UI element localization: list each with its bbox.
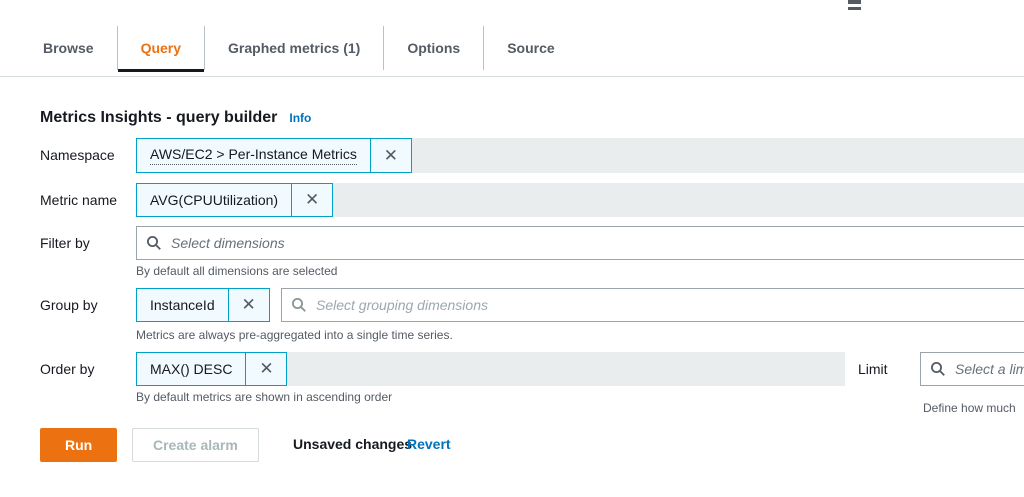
drag-handle-bar: [848, 7, 861, 10]
metrics-insights-query-panel: Browse Query Graphed metrics (1) Options…: [0, 0, 1024, 497]
group-by-token-value[interactable]: InstanceId: [137, 289, 228, 321]
tab-browse[interactable]: Browse: [20, 26, 117, 70]
drag-handle-icon[interactable]: [848, 0, 861, 13]
limit-text-input[interactable]: [953, 360, 1024, 378]
search-icon: [291, 297, 307, 313]
filter-by-helper-text: By default all dimensions are selected: [136, 264, 337, 278]
search-icon: [146, 235, 162, 251]
filter-dimensions-input[interactable]: [136, 226, 1024, 260]
group-by-remove-icon[interactable]: ✕: [228, 289, 269, 321]
order-by-helper-text: By default metrics are shown in ascendin…: [136, 390, 392, 404]
drag-handle-bar: [848, 0, 861, 4]
group-by-token: InstanceId ✕: [136, 288, 270, 322]
namespace-label: Namespace: [40, 147, 115, 163]
grouping-dimensions-input[interactable]: [281, 288, 1024, 322]
group-by-label: Group by: [40, 297, 98, 313]
tab-query[interactable]: Query: [117, 26, 204, 70]
limit-label: Limit: [858, 361, 888, 377]
tab-bar: Browse Query Graphed metrics (1) Options…: [20, 26, 578, 70]
tabs-divider: [0, 76, 1024, 77]
metric-name-label: Metric name: [40, 192, 117, 208]
run-button[interactable]: Run: [40, 428, 117, 462]
filter-dimensions-text-input[interactable]: [169, 234, 1024, 252]
order-by-token: MAX() DESC ✕: [136, 352, 287, 386]
filter-by-label: Filter by: [40, 235, 90, 251]
metric-name-token-value[interactable]: AVG(CPUUtilization): [137, 184, 291, 216]
create-alarm-button[interactable]: Create alarm: [132, 428, 259, 462]
section-heading: Metrics Insights - query builder Info: [40, 109, 311, 127]
group-by-helper-text: Metrics are always pre-aggregated into a…: [136, 328, 453, 342]
metric-name-token: AVG(CPUUtilization) ✕: [136, 183, 333, 217]
tab-graphed-metrics[interactable]: Graphed metrics (1): [204, 26, 383, 70]
revert-link[interactable]: Revert: [407, 436, 451, 452]
limit-helper-text: Define how much: [923, 401, 1016, 415]
metric-name-remove-icon[interactable]: ✕: [291, 184, 332, 216]
order-by-label: Order by: [40, 361, 94, 377]
namespace-token-value[interactable]: AWS/EC2 > Per-Instance Metrics: [137, 139, 370, 172]
search-icon: [930, 361, 946, 377]
tab-source[interactable]: Source: [483, 26, 577, 70]
order-by-remove-icon[interactable]: ✕: [245, 353, 286, 385]
unsaved-changes-status: Unsaved changes: [293, 436, 412, 452]
namespace-token: AWS/EC2 > Per-Instance Metrics ✕: [136, 138, 412, 173]
limit-input[interactable]: [920, 352, 1024, 386]
namespace-remove-icon[interactable]: ✕: [370, 139, 411, 172]
grouping-dimensions-text-input[interactable]: [314, 296, 1024, 314]
tab-options[interactable]: Options: [383, 26, 483, 70]
info-link[interactable]: Info: [289, 111, 311, 125]
page-title: Metrics Insights - query builder: [40, 109, 277, 127]
order-by-token-value[interactable]: MAX() DESC: [137, 353, 245, 385]
